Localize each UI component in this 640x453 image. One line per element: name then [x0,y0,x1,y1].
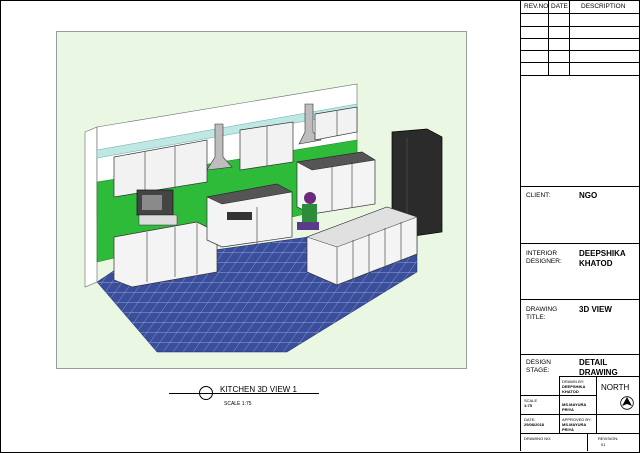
north-arrow-icon [620,396,634,410]
side-wall [84,126,98,288]
date-value: 29/08/2018 [524,422,545,427]
view-caption: KITCHEN 3D VIEW 1 SCALE 1:75 [169,385,319,410]
revision-value: 01 [601,442,606,447]
client-value: NGO [579,191,598,200]
checked-value: MS.MAYURA PRIYA [562,402,587,412]
date-header: DATE [551,3,568,10]
drawing-title-value: 3D VIEW [579,305,612,314]
drawing-title-label: DRAWING TITLE: [526,306,558,321]
revision-label: REVISION: [598,436,619,441]
caption-title: KITCHEN 3D VIEW 1 [220,385,297,394]
caption-marker [199,386,213,400]
upper-cabinet-middle [239,121,294,171]
design-stage-value: DETAIL DRAWING [579,358,618,377]
drawing-no-label: DRAWING NO: [524,436,552,441]
designer-label: INTERIOR DESIGNER: [526,250,562,265]
north-label: NORTH [601,383,630,392]
caption-scale: SCALE 1:75 [224,401,252,407]
scale-value: 1:75 [524,403,533,408]
client-label: CLIENT: [526,192,551,199]
kitchen-illustration [84,83,443,353]
description-header: DESCRIPTION [581,3,626,10]
approved-value: MS.MAYURA PRIYA [562,422,587,432]
rev-no-header: REV.NO [524,3,549,10]
title-block: REV.NO DATE DESCRIPTION CLIENT: NGO INTE… [520,0,639,451]
design-stage-label: DESIGN STAGE: [526,359,551,374]
kitchen-3d-view [56,31,467,369]
designer-value: DEEPSHIKA KHATOD [579,249,626,268]
drawn-by-value: DEEPSHIKA KHATOD [562,384,586,394]
person-figure [304,192,316,204]
